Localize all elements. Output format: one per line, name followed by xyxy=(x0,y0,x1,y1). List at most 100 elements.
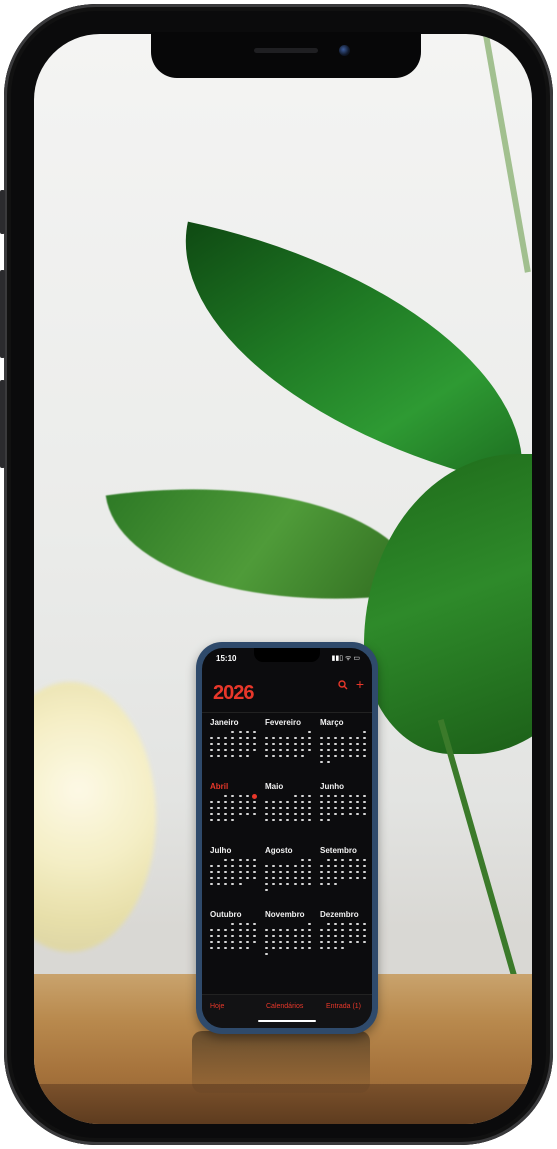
day-cell[interactable] xyxy=(354,870,361,875)
day-cell[interactable] xyxy=(354,940,361,945)
day-cell[interactable] xyxy=(237,882,244,887)
day-cell[interactable] xyxy=(332,946,339,951)
day-cell[interactable] xyxy=(292,806,299,811)
day-cell[interactable] xyxy=(318,818,325,823)
day-cell[interactable] xyxy=(354,812,361,817)
day-cell[interactable] xyxy=(237,794,244,799)
day-cell[interactable] xyxy=(299,742,306,747)
day-cell[interactable] xyxy=(284,748,291,753)
day-cell[interactable] xyxy=(347,864,354,869)
day-cell[interactable] xyxy=(325,806,332,811)
day-cell[interactable] xyxy=(318,876,325,881)
day-cell[interactable] xyxy=(361,864,368,869)
day-cell[interactable] xyxy=(347,800,354,805)
day-cell[interactable] xyxy=(208,864,215,869)
day-cell[interactable] xyxy=(229,800,236,805)
month-agosto[interactable]: Agosto xyxy=(263,846,313,902)
day-cell[interactable] xyxy=(332,858,339,863)
day-cell[interactable] xyxy=(244,806,251,811)
day-cell[interactable] xyxy=(270,882,277,887)
day-cell[interactable] xyxy=(354,864,361,869)
day-cell[interactable] xyxy=(222,876,229,881)
day-cell[interactable] xyxy=(270,934,277,939)
day-cell[interactable] xyxy=(270,864,277,869)
day-cell[interactable] xyxy=(347,870,354,875)
day-cell[interactable] xyxy=(339,806,346,811)
day-cell[interactable] xyxy=(277,806,284,811)
day-cell[interactable] xyxy=(263,888,270,893)
day-cell[interactable] xyxy=(237,748,244,753)
day-cell[interactable] xyxy=(299,934,306,939)
day-cell[interactable] xyxy=(284,736,291,741)
day-cell[interactable] xyxy=(339,940,346,945)
day-cell[interactable] xyxy=(208,882,215,887)
day-cell[interactable] xyxy=(229,818,236,823)
day-cell[interactable] xyxy=(222,940,229,945)
day-cell[interactable] xyxy=(325,858,332,863)
day-cell[interactable] xyxy=(339,870,346,875)
day-cell[interactable] xyxy=(318,882,325,887)
month-outubro[interactable]: Outubro xyxy=(208,910,258,966)
month-julho[interactable]: Julho xyxy=(208,846,258,902)
day-cell[interactable] xyxy=(361,876,368,881)
day-cell[interactable] xyxy=(318,870,325,875)
day-cell[interactable] xyxy=(208,800,215,805)
day-cell[interactable] xyxy=(306,940,313,945)
day-cell[interactable] xyxy=(251,742,258,747)
day-cell[interactable] xyxy=(306,858,313,863)
day-cell[interactable] xyxy=(263,928,270,933)
day-cell[interactable] xyxy=(299,940,306,945)
day-cell[interactable] xyxy=(229,940,236,945)
day-cell[interactable] xyxy=(299,864,306,869)
day-cell[interactable] xyxy=(339,934,346,939)
day-cell[interactable] xyxy=(284,806,291,811)
day-cell[interactable] xyxy=(361,922,368,927)
day-cell[interactable] xyxy=(299,946,306,951)
day-cell[interactable] xyxy=(284,946,291,951)
day-cell[interactable] xyxy=(361,736,368,741)
day-cell[interactable] xyxy=(306,882,313,887)
day-cell[interactable] xyxy=(229,876,236,881)
day-cell[interactable] xyxy=(332,794,339,799)
day-cell[interactable] xyxy=(332,736,339,741)
day-cell[interactable] xyxy=(347,736,354,741)
day-cell[interactable] xyxy=(284,800,291,805)
day-cell[interactable] xyxy=(215,818,222,823)
day-cell[interactable] xyxy=(244,754,251,759)
day-cell[interactable] xyxy=(347,940,354,945)
day-cell[interactable] xyxy=(208,870,215,875)
day-cell[interactable] xyxy=(270,812,277,817)
day-cell[interactable] xyxy=(299,794,306,799)
day-cell[interactable] xyxy=(339,812,346,817)
day-cell[interactable] xyxy=(215,928,222,933)
day-cell[interactable] xyxy=(306,876,313,881)
day-cell[interactable] xyxy=(263,748,270,753)
day-cell[interactable] xyxy=(222,806,229,811)
month-junho[interactable]: Junho xyxy=(318,782,368,838)
day-cell[interactable] xyxy=(339,858,346,863)
day-cell[interactable] xyxy=(270,928,277,933)
day-cell[interactable] xyxy=(361,940,368,945)
day-cell[interactable] xyxy=(263,934,270,939)
day-cell[interactable] xyxy=(237,800,244,805)
day-cell[interactable] xyxy=(347,742,354,747)
day-cell[interactable] xyxy=(318,812,325,817)
day-cell[interactable] xyxy=(299,858,306,863)
day-cell[interactable] xyxy=(251,876,258,881)
day-cell[interactable] xyxy=(237,928,244,933)
day-cell[interactable] xyxy=(339,748,346,753)
day-cell[interactable] xyxy=(325,818,332,823)
day-cell[interactable] xyxy=(244,730,251,735)
day-cell[interactable] xyxy=(332,876,339,881)
day-cell[interactable] xyxy=(361,730,368,735)
day-cell[interactable] xyxy=(251,806,258,811)
day-cell[interactable] xyxy=(251,940,258,945)
day-cell[interactable] xyxy=(251,922,258,927)
day-cell[interactable] xyxy=(318,742,325,747)
day-cell[interactable] xyxy=(354,928,361,933)
day-cell[interactable] xyxy=(306,922,313,927)
day-cell[interactable] xyxy=(361,754,368,759)
day-cell[interactable] xyxy=(347,934,354,939)
day-cell[interactable] xyxy=(237,940,244,945)
day-cell[interactable] xyxy=(277,864,284,869)
